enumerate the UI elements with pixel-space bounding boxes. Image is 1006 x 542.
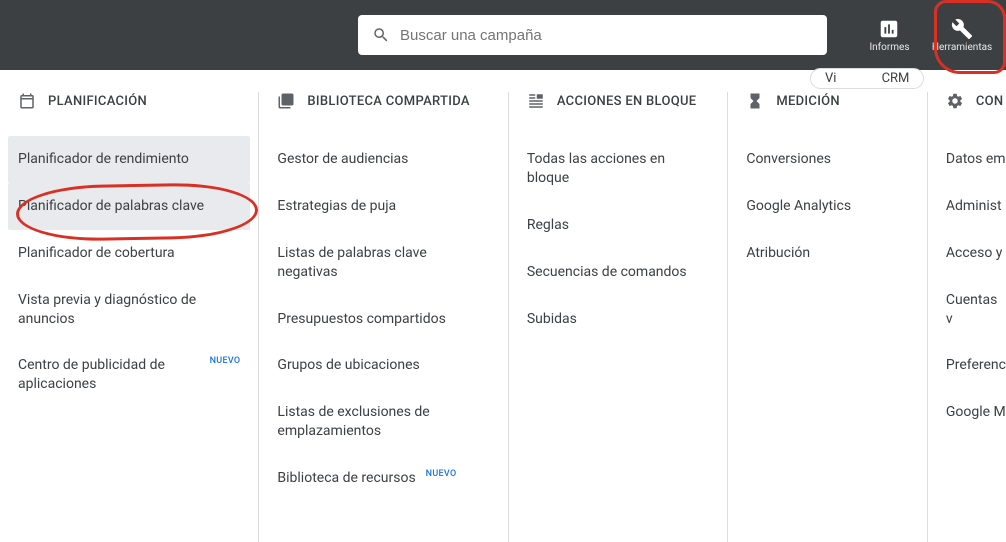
item-cuentas[interactable]: Cuentas v (936, 277, 1006, 343)
item-presupuestos-compartidos[interactable]: Presupuestos compartidos (267, 296, 499, 343)
pill-crm-cutoff: Vi CRM (810, 68, 924, 89)
search-input[interactable] (400, 27, 813, 44)
item-administrador[interactable]: Administ (936, 183, 1006, 230)
hourglass-icon (746, 92, 764, 110)
col-header-configuracion: CON (946, 92, 1006, 110)
item-gestor-audiencias[interactable]: Gestor de audiencias (267, 136, 499, 183)
item-vista-previa-diagnostico[interactable]: Vista previa y diagnóstico de anuncios (8, 277, 250, 343)
search-icon (372, 26, 390, 44)
col-title: CON (976, 94, 1004, 109)
item-datos-empresa[interactable]: Datos em (936, 136, 1006, 183)
item-google-analytics[interactable]: Google Analytics (736, 183, 919, 230)
item-listas-palabras-negativas[interactable]: Listas de palabras clave negativas (267, 230, 499, 296)
col-acciones: ACCIONES EN BLOQUE Todas las acciones en… (509, 92, 729, 542)
col-header-acciones: ACCIONES EN BLOQUE (527, 92, 710, 110)
col-title: MEDICIÓN (776, 94, 840, 109)
col-header-biblioteca: BIBLIOTECA COMPARTIDA (277, 92, 489, 110)
item-todas-acciones[interactable]: Todas las acciones en bloque (517, 136, 720, 202)
item-biblioteca-recursos[interactable]: Biblioteca de recursosNUEVO (267, 455, 499, 502)
bar-chart-icon (878, 18, 900, 40)
calendar-icon (18, 92, 36, 110)
col-header-medicion: MEDICIÓN (746, 92, 909, 110)
col-title: PLANIFICACIÓN (48, 94, 147, 109)
item-estrategias-puja[interactable]: Estrategias de puja (267, 183, 499, 230)
col-configuracion: CON Datos em Administ Acceso y Cuentas v… (928, 92, 1006, 542)
library-icon (277, 92, 295, 110)
item-conversiones[interactable]: Conversiones (736, 136, 919, 183)
layers-icon (527, 92, 545, 110)
item-grupos-ubicaciones[interactable]: Grupos de ubicaciones (267, 342, 499, 389)
search-box[interactable] (358, 15, 827, 55)
item-google-m[interactable]: Google M (936, 389, 1006, 436)
col-planificacion: PLANIFICACIÓN Planificador de rendimient… (0, 92, 259, 542)
item-preferencias[interactable]: Preferenc (936, 342, 1006, 389)
col-biblioteca: BIBLIOTECA COMPARTIDA Gestor de audienci… (259, 92, 508, 542)
tools-menu: PLANIFICACIÓN Planificador de rendimient… (0, 70, 1006, 542)
item-atribucion[interactable]: Atribución (736, 230, 919, 277)
herramientas-label: Herramientas (932, 42, 992, 53)
herramientas-button[interactable]: Herramientas (932, 18, 992, 53)
gear-icon (946, 92, 964, 110)
item-subidas[interactable]: Subidas (517, 296, 720, 343)
item-secuencias-comandos[interactable]: Secuencias de comandos (517, 249, 720, 296)
badge-new: NUEVO (426, 468, 457, 480)
informes-label: Informes (869, 42, 909, 53)
badge-new: NUEVO (210, 355, 241, 367)
item-planificador-cobertura[interactable]: Planificador de cobertura (8, 230, 250, 277)
item-listas-exclusiones[interactable]: Listas de exclusiones de emplazamientos (267, 389, 499, 455)
wrench-icon (951, 18, 973, 40)
item-planificador-palabras-clave[interactable]: Planificador de palabras clave (8, 183, 250, 230)
item-reglas[interactable]: Reglas (517, 202, 720, 249)
item-acceso[interactable]: Acceso y (936, 230, 1006, 277)
top-bar: Informes Herramientas (0, 0, 1006, 70)
col-header-planificacion: PLANIFICACIÓN (18, 92, 240, 110)
item-planificador-rendimiento[interactable]: Planificador de rendimiento (8, 136, 250, 183)
col-title: ACCIONES EN BLOQUE (557, 94, 697, 109)
col-medicion: MEDICIÓN Conversiones Google Analytics A… (728, 92, 928, 542)
item-centro-publicidad-apps[interactable]: Centro de publicidad de aplicacionesNUEV… (8, 342, 250, 408)
informes-button[interactable]: Informes (861, 18, 918, 53)
col-title: BIBLIOTECA COMPARTIDA (307, 94, 469, 109)
